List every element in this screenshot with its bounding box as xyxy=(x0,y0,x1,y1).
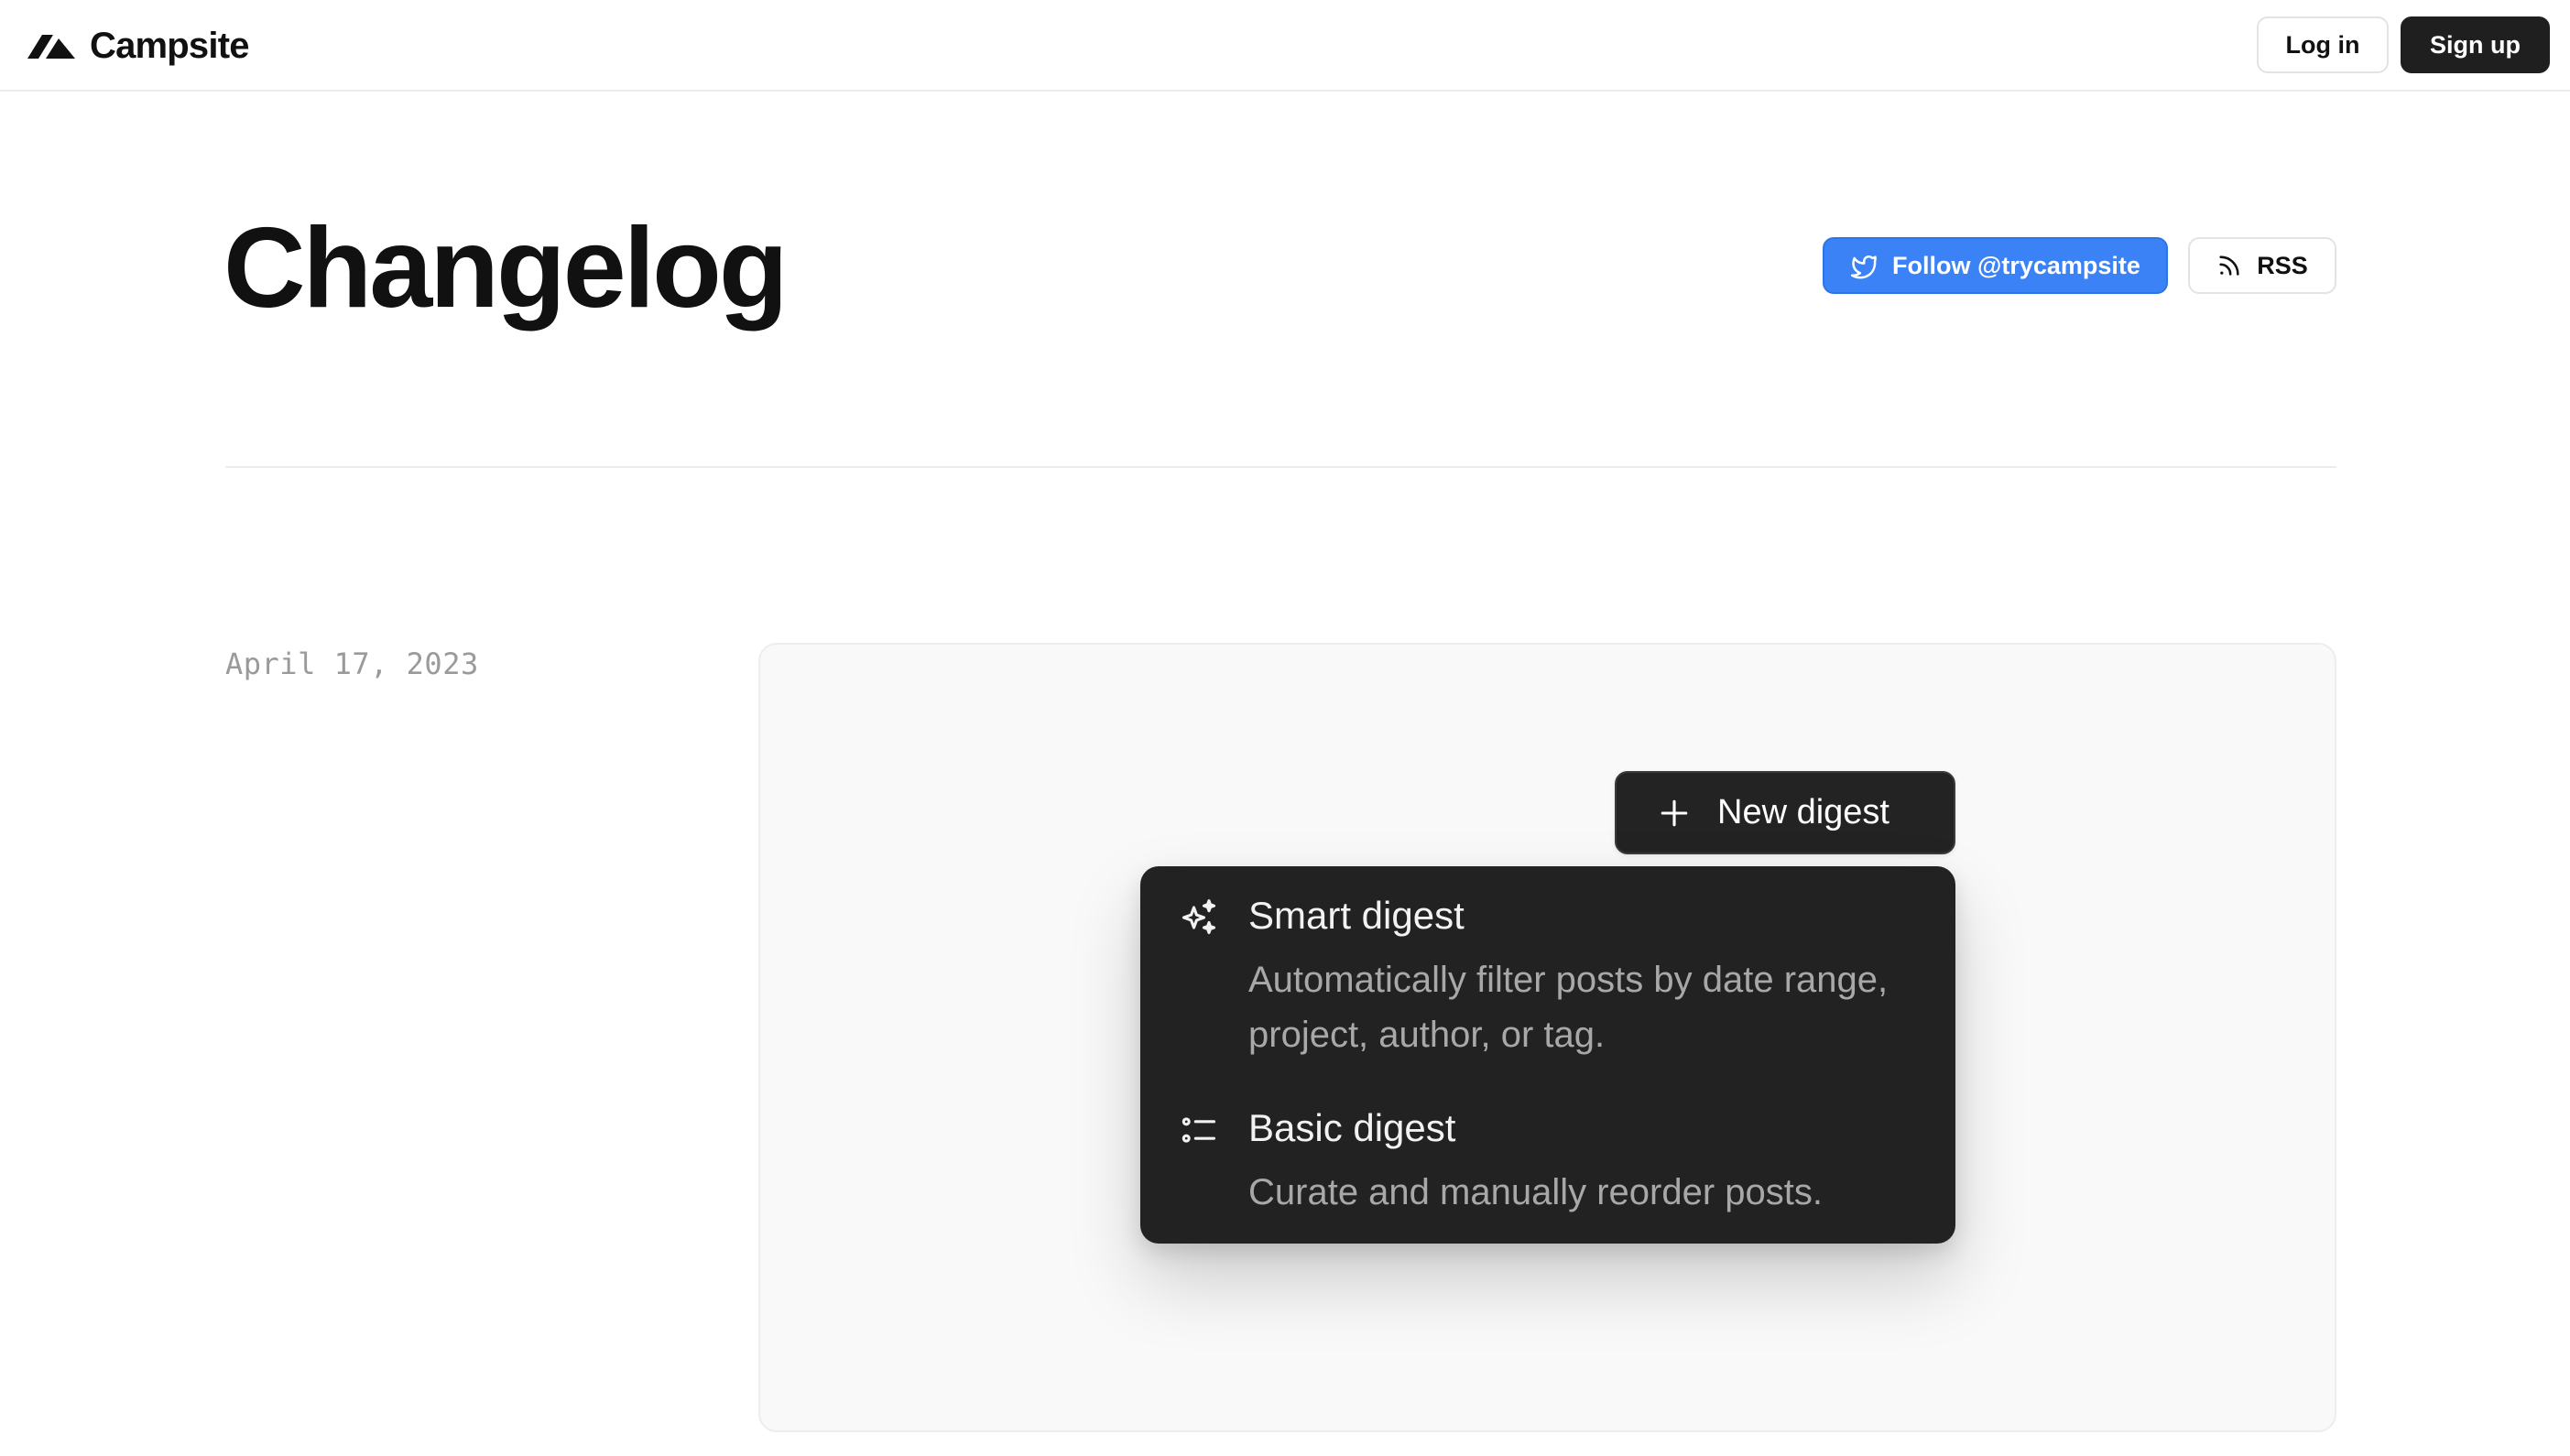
menu-item-smart-digest[interactable]: Smart digest Automatically filter posts … xyxy=(1140,866,1955,1079)
menu-item-basic-digest[interactable]: Basic digest Curate and manually reorder… xyxy=(1140,1079,1955,1244)
rss-button[interactable]: RSS xyxy=(2188,237,2336,294)
entry-date: April 17, 2023 xyxy=(225,647,479,681)
new-digest-menu: Smart digest Automatically filter posts … xyxy=(1140,866,1955,1244)
menu-item-description: Automatically filter posts by date range… xyxy=(1248,960,1889,1055)
signup-button[interactable]: Sign up xyxy=(2401,16,2550,73)
menu-item-description: Curate and manually reorder posts. xyxy=(1248,1172,1823,1212)
follow-twitter-button[interactable]: Follow @trycampsite xyxy=(1823,237,2168,294)
page-title: Changelog xyxy=(223,205,789,331)
menu-item-title: Basic digest xyxy=(1248,1106,1456,1149)
login-button[interactable]: Log in xyxy=(2257,16,2389,73)
twitter-bird-icon xyxy=(1850,255,1877,279)
brand-name: Campsite xyxy=(90,25,249,66)
header-divider xyxy=(225,466,2336,468)
list-icon xyxy=(1182,1117,1216,1143)
brand-home-link[interactable]: Campsite xyxy=(26,24,249,68)
new-digest-button[interactable]: New digest xyxy=(1615,771,1955,854)
rss-icon xyxy=(2219,255,2239,276)
campsite-logo-icon xyxy=(27,35,75,59)
rss-button-label: RSS xyxy=(2257,251,2308,279)
plus-icon xyxy=(1661,799,1688,826)
top-navigation-bar: Campsite Log in Sign up xyxy=(0,0,2570,92)
new-digest-label: New digest xyxy=(1717,793,1889,831)
menu-item-title: Smart digest xyxy=(1248,894,1465,937)
follow-button-label: Follow @trycampsite xyxy=(1892,251,2140,279)
sparkles-icon xyxy=(1182,899,1216,935)
